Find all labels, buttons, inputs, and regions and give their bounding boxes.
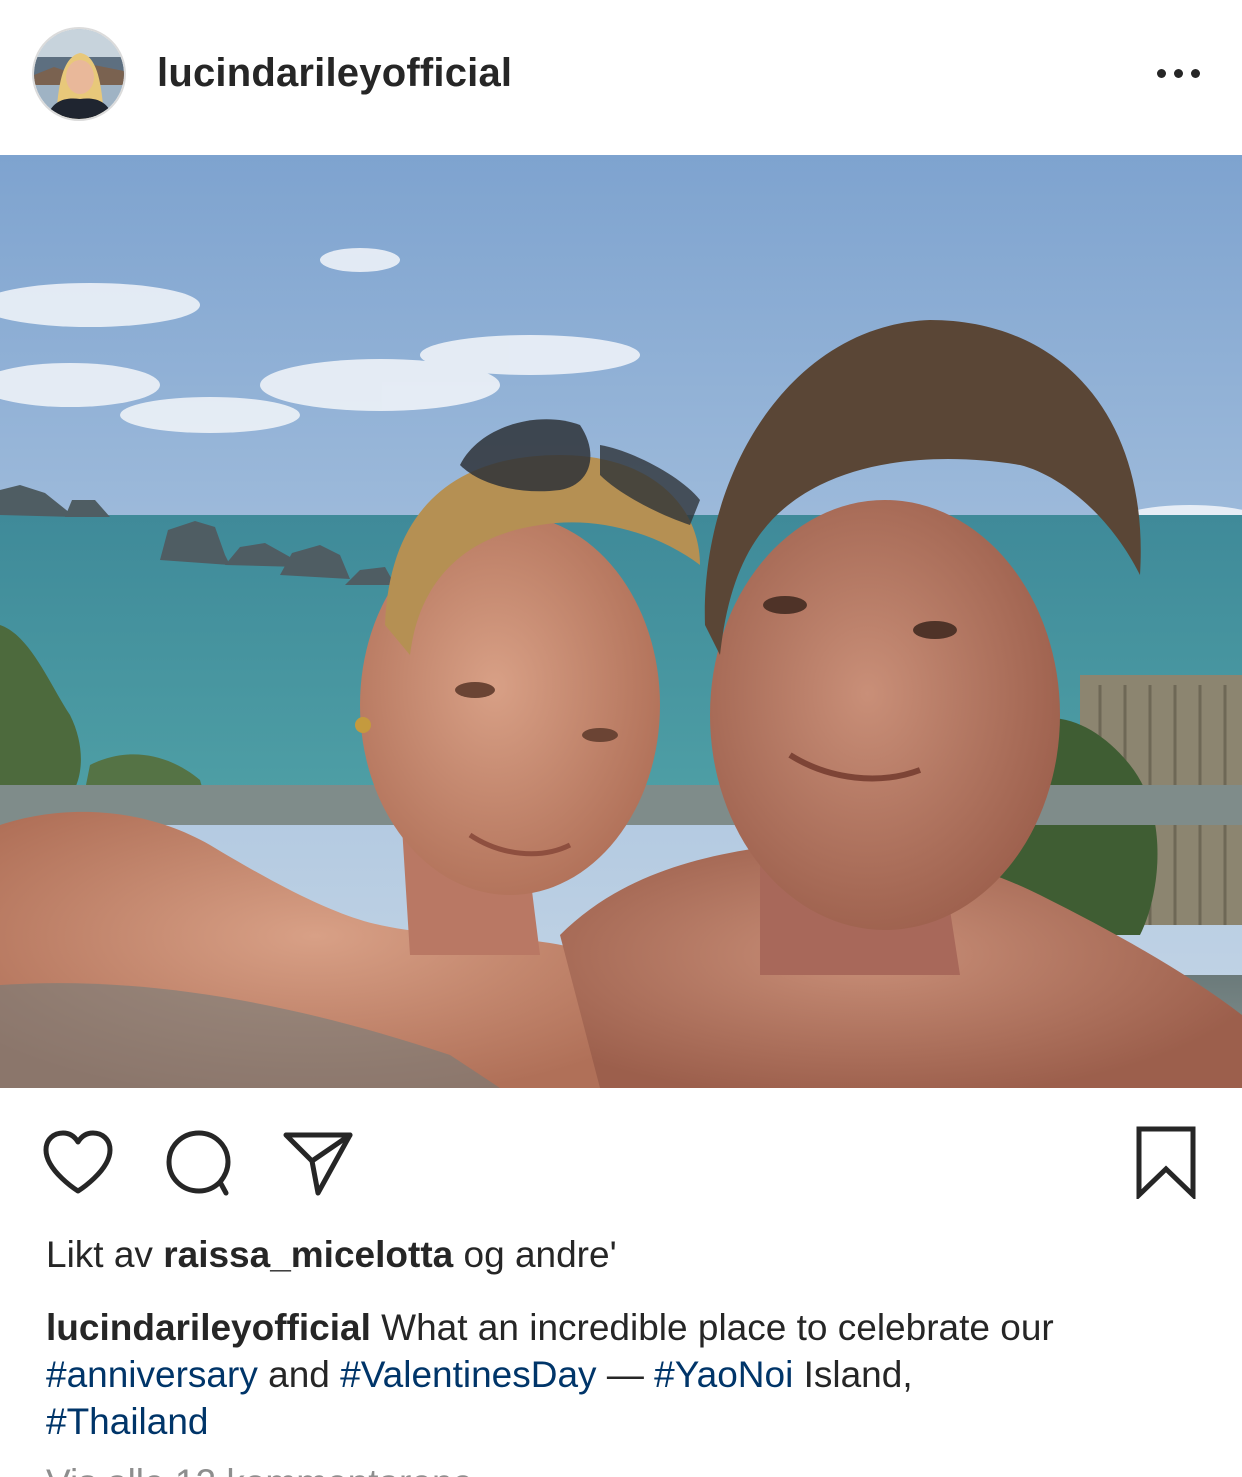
caption-text: What an incredible place to celebrate ou… xyxy=(381,1307,1054,1348)
like-button[interactable] xyxy=(36,1120,120,1204)
heart-icon xyxy=(43,1130,113,1194)
hashtag-link[interactable]: #YaoNoi xyxy=(654,1354,793,1395)
post-username[interactable]: lucindarileyofficial xyxy=(157,51,512,96)
share-button[interactable] xyxy=(276,1120,360,1204)
bookmark-icon xyxy=(1136,1126,1196,1199)
likes-suffix: og andre' xyxy=(463,1234,617,1275)
hashtag-link[interactable]: #Thailand xyxy=(46,1401,209,1442)
post-header: lucindarileyofficial xyxy=(0,0,1242,150)
caption-text: Island, xyxy=(803,1354,913,1395)
hashtag-link[interactable]: #ValentinesDay xyxy=(340,1354,596,1395)
comment-bubble-icon xyxy=(166,1130,231,1196)
caption-username[interactable]: lucindarileyofficial xyxy=(46,1307,371,1348)
likes-summary[interactable]: Likt av raissa_micelotta og andre' xyxy=(46,1234,617,1276)
comment-button[interactable] xyxy=(157,1120,241,1204)
caption-text: — xyxy=(606,1354,644,1395)
likes-prefix: Likt av xyxy=(46,1234,153,1275)
more-dots-icon xyxy=(1190,68,1200,78)
post-caption: lucindarileyofficial What an incredible … xyxy=(46,1304,1206,1445)
hashtag-link[interactable]: #anniversary xyxy=(46,1354,258,1395)
caption-text: and xyxy=(268,1354,330,1395)
save-button[interactable] xyxy=(1124,1120,1208,1204)
view-all-comments-link[interactable]: Vis alle 12 kommentarene xyxy=(46,1462,473,1477)
more-dots-icon xyxy=(1156,68,1166,78)
post-photo[interactable] xyxy=(0,155,1242,1088)
more-options-button[interactable] xyxy=(1148,58,1208,88)
more-dots-icon xyxy=(1173,68,1183,78)
liked-by-user[interactable]: raissa_micelotta xyxy=(163,1234,453,1275)
profile-avatar[interactable] xyxy=(32,27,126,121)
paper-plane-icon xyxy=(283,1132,353,1196)
